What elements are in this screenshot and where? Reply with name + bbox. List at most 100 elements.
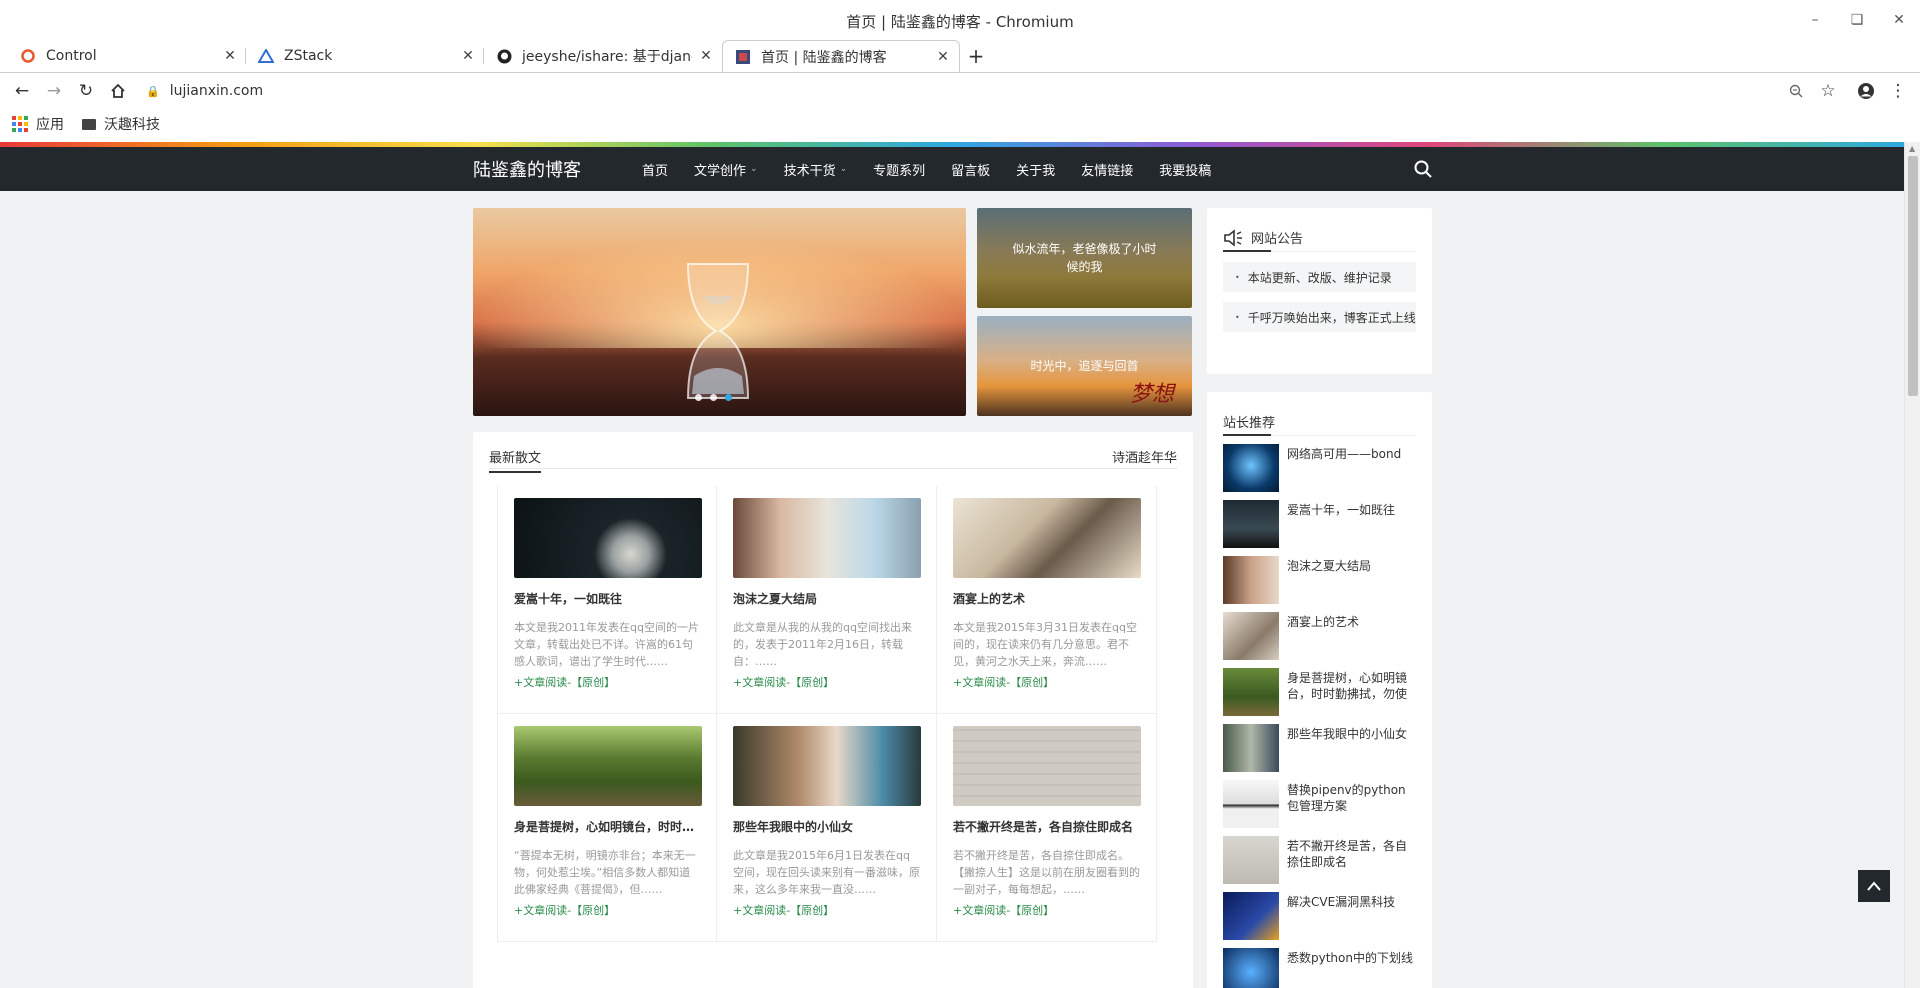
browser-toolbar: ← → ↻ 🔒 lujianxin.com ☆ ⋮	[0, 72, 1920, 109]
article-card[interactable]: 泡沫之夏大结局 此文章是从我的从我的qq空间找出来的，发表于2011年2月16日…	[717, 486, 937, 714]
article-read-link[interactable]: +文章阅读-【原创】	[514, 674, 700, 690]
nav-series[interactable]: 专题系列	[873, 160, 925, 179]
article-title[interactable]: 酒宴上的艺术	[953, 590, 1140, 607]
recommend-thumb	[1223, 500, 1279, 548]
recommend-item[interactable]: 身是菩提树，心如明镜台，时时勤拂拭，勿使惹尘埃	[1223, 668, 1416, 716]
address-bar[interactable]: 🔒 lujianxin.com	[140, 76, 1780, 106]
featured-card-2[interactable]: 时光中，追逐与回首 梦想	[977, 316, 1192, 416]
article-thumb	[953, 726, 1141, 806]
account-icon[interactable]	[1850, 75, 1882, 107]
tab-zstack[interactable]: ZStack ✕	[246, 40, 484, 72]
zoom-icon[interactable]	[1780, 75, 1812, 107]
site-brand[interactable]: 陆鉴鑫的博客	[473, 156, 642, 182]
apps-grid-icon	[12, 116, 28, 132]
page-scrollbar[interactable]: ▲	[1904, 142, 1920, 988]
bookmark-star-icon[interactable]: ☆	[1812, 75, 1844, 107]
menu-kebab-icon[interactable]: ⋮	[1882, 75, 1914, 107]
carousel-dot[interactable]	[695, 394, 702, 401]
notice-item[interactable]: 千呼万唤始出来，博客正式上线	[1223, 302, 1416, 332]
nav-literature[interactable]: 文学创作 ⌄	[694, 160, 758, 179]
article-read-link[interactable]: +文章阅读-【原创】	[953, 902, 1140, 918]
search-icon[interactable]	[1413, 159, 1433, 179]
section-tab[interactable]: 最新散文	[489, 447, 542, 473]
recommend-item[interactable]: 替换pipenv的python包管理方案	[1223, 780, 1416, 828]
nav-label: 专题系列	[873, 163, 926, 179]
notice-item[interactable]: 本站更新、改版、维护记录	[1223, 262, 1416, 292]
chevron-up-icon	[1867, 881, 1881, 891]
back-to-top-button[interactable]	[1858, 870, 1890, 902]
new-tab-icon[interactable]: +	[960, 40, 992, 72]
home-icon[interactable]	[102, 75, 134, 107]
article-title[interactable]: 那些年我眼中的小仙女	[733, 818, 920, 835]
article-desc: 此文章是从我的从我的qq空间找出来的，发表于2011年2月16日，转载自：……	[733, 621, 912, 668]
nav-tech[interactable]: 技术干货 ⌄	[784, 160, 848, 179]
nav-submit[interactable]: 我要投稿	[1159, 160, 1211, 179]
article-title[interactable]: 爱嵩十年，一如既往	[514, 590, 700, 607]
nav-label: 我要投稿	[1159, 163, 1212, 179]
recommend-item[interactable]: 泡沫之夏大结局	[1223, 556, 1416, 604]
restore-icon[interactable]: ❏	[1836, 6, 1878, 34]
notice-header: 网站公告	[1223, 224, 1416, 252]
recommend-header: 站长推荐	[1223, 408, 1416, 436]
tab-close-icon[interactable]: ✕	[460, 48, 476, 64]
recommend-title: 若不撇开终是苦，各自捺住即成名	[1287, 839, 1408, 869]
bookmark-folder[interactable]: 沃趣科技	[82, 114, 160, 134]
article-title[interactable]: 泡沫之夏大结局	[733, 590, 920, 607]
tab-close-icon[interactable]: ✕	[698, 48, 714, 64]
forward-icon[interactable]: →	[38, 75, 70, 107]
article-card[interactable]: 若不撇开终是苦，各自捺住即成名 若不撇开终是苦，各自捺住即成名。【撇捺人生】这是…	[937, 714, 1157, 942]
back-icon[interactable]: ←	[6, 75, 38, 107]
recommend-item[interactable]: 那些年我眼中的小仙女	[1223, 724, 1416, 772]
minimize-icon[interactable]: –	[1794, 6, 1836, 34]
tab-control[interactable]: Control ✕	[8, 40, 246, 72]
recommend-title: 泡沫之夏大结局	[1287, 559, 1372, 573]
scroll-up-icon[interactable]: ▲	[1909, 144, 1915, 153]
tab-github[interactable]: jeeyshe/ishare: 基于django ✕	[484, 40, 722, 72]
carousel-dot-active[interactable]	[725, 394, 732, 401]
article-card[interactable]: 爱嵩十年，一如既往 本文是我2011年发表在qq空间的一片文章，转载出处已不详。…	[497, 486, 717, 714]
recommend-item[interactable]: 若不撇开终是苦，各自捺住即成名	[1223, 836, 1416, 884]
recommend-item[interactable]: 网络高可用——bond	[1223, 444, 1416, 492]
recommend-thumb	[1223, 780, 1279, 828]
nav-label: 技术干货	[783, 163, 836, 179]
scrollbar-thumb[interactable]	[1908, 156, 1918, 396]
recommend-item[interactable]: 解决CVE漏洞黑科技	[1223, 892, 1416, 940]
article-card[interactable]: 那些年我眼中的小仙女 此文章是我2015年6月1日发表在qq空间，现在回头读来别…	[717, 714, 937, 942]
bookmark-label: 沃趣科技	[104, 117, 160, 133]
tab-close-icon[interactable]: ✕	[222, 48, 238, 64]
tab-close-icon[interactable]: ✕	[935, 49, 951, 65]
article-desc: 若不撇开终是苦，各自捺住即成名。【撇捺人生】这是以前在朋友圈看到的一副对子，每每…	[953, 849, 1140, 896]
reload-icon[interactable]: ↻	[70, 75, 102, 107]
article-read-link[interactable]: +文章阅读-【原创】	[733, 674, 920, 690]
article-title[interactable]: 身是菩提树，心如明镜台，时时勤拂拭	[514, 818, 700, 835]
recommend-title: 解决CVE漏洞黑科技	[1287, 895, 1396, 909]
recommend-thumb	[1223, 724, 1279, 772]
control-favicon-icon	[20, 48, 36, 64]
nav-about[interactable]: 关于我	[1016, 160, 1055, 179]
nav-links[interactable]: 友情链接	[1081, 160, 1133, 179]
recommend-item[interactable]: 爱嵩十年，一如既往	[1223, 500, 1416, 548]
section-more-link[interactable]: 诗酒趁年华	[1112, 447, 1177, 466]
featured-caption: 时光中，追逐与回首	[1030, 359, 1139, 373]
recommend-item[interactable]: 酒宴上的艺术	[1223, 612, 1416, 660]
url-text: lujianxin.com	[169, 83, 264, 99]
site-navbar: 陆鉴鑫的博客 首页 文学创作 ⌄ 技术干货 ⌄ 专题系列 留言板 关于我 友情链接 …	[0, 147, 1904, 191]
article-read-link[interactable]: +文章阅读-【原创】	[733, 902, 920, 918]
hero-carousel[interactable]	[473, 208, 966, 416]
article-title[interactable]: 若不撇开终是苦，各自捺住即成名	[953, 818, 1140, 835]
nav-home[interactable]: 首页	[642, 160, 668, 179]
featured-card-1[interactable]: 似水流年，老爸像极了小时候的我	[977, 208, 1192, 308]
close-window-icon[interactable]: ✕	[1878, 6, 1920, 34]
article-card[interactable]: 身是菩提树，心如明镜台，时时勤拂拭 “菩提本无树，明镜亦非台；本来无一物，何处惹…	[497, 714, 717, 942]
bookmark-apps[interactable]: 应用	[12, 114, 64, 134]
nav-guestbook[interactable]: 留言板	[951, 160, 990, 179]
article-card[interactable]: 酒宴上的艺术 本文是我2015年3月31日发表在qq空间的，现在读来仍有几分意思…	[937, 486, 1157, 714]
tab-blog[interactable]: 首页 | 陆鉴鑫的博客 ✕	[722, 40, 960, 72]
recommend-item[interactable]: 悉数python中的下划线	[1223, 948, 1416, 988]
bookmarks-bar: 应用 沃趣科技	[0, 109, 1920, 139]
tab-label: Control	[46, 48, 97, 64]
article-read-link[interactable]: +文章阅读-【原创】	[953, 674, 1140, 690]
article-read-link[interactable]: +文章阅读-【原创】	[514, 902, 700, 918]
carousel-dot[interactable]	[710, 394, 717, 401]
featured-caption: 似水流年，老爸像极了小时候的我	[1012, 242, 1157, 274]
